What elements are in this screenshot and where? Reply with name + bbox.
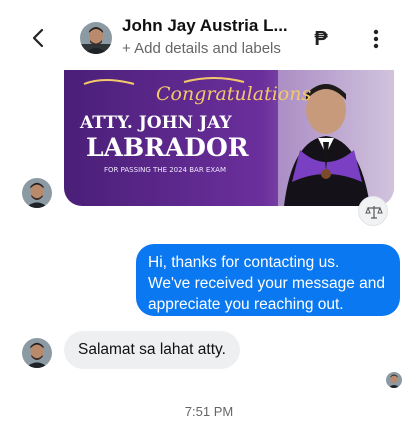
- banner-name-line1: ATTY. JOHN JAY: [79, 113, 232, 133]
- banner-name-line2: LABRADOR: [86, 133, 249, 162]
- more-options-button[interactable]: [368, 28, 384, 50]
- sender-avatar[interactable]: [22, 338, 52, 368]
- seen-receipt-avatar: [386, 372, 402, 388]
- reaction-button[interactable]: [358, 196, 388, 226]
- message-line: appreciate you reaching out.: [148, 296, 344, 313]
- back-arrow-icon: [32, 28, 44, 48]
- chat-header: John Jay Austria L... + Add details and …: [0, 0, 418, 72]
- banner-script-title: Congratulations: [156, 83, 311, 105]
- peso-button[interactable]: ₱: [312, 28, 330, 50]
- banner-caption: FOR PASSING THE 2024 BAR EXAM: [104, 166, 226, 174]
- congratulations-image[interactable]: Congratulations ATTY. JOHN JAY LABRADOR …: [64, 70, 394, 206]
- contact-name[interactable]: John Jay Austria L...: [122, 16, 288, 36]
- peso-icon: ₱: [314, 28, 328, 50]
- message-line: Hi, thanks for contacting us.: [148, 254, 340, 271]
- incoming-message-bubble[interactable]: Salamat sa lahat atty.: [64, 331, 240, 369]
- congratulations-graphic: Congratulations ATTY. JOHN JAY LABRADOR …: [64, 70, 394, 206]
- message-line: We've received your message and: [148, 275, 386, 292]
- message-timestamp: 7:51 PM: [184, 404, 234, 419]
- outgoing-message-bubble[interactable]: Hi, thanks for contacting us. We've rece…: [136, 244, 400, 316]
- scales-icon: [365, 206, 383, 219]
- sender-avatar[interactable]: [22, 178, 52, 208]
- contact-avatar[interactable]: [80, 22, 112, 54]
- back-button[interactable]: [28, 26, 48, 50]
- more-vertical-icon: [373, 29, 379, 49]
- add-details-link[interactable]: + Add details and labels: [122, 40, 281, 57]
